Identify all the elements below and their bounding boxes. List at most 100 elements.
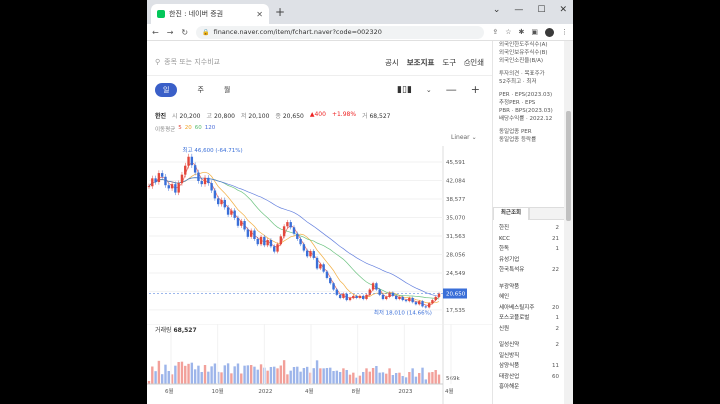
candle (210, 183, 213, 191)
volume-bar (187, 363, 190, 384)
recent-item[interactable]: 일성신약 2 (493, 340, 565, 351)
url-field[interactable]: 🔒 finance.naver.com/item/fchart.naver?co… (196, 25, 485, 39)
new-tab-icon[interactable]: + (275, 5, 285, 19)
volume-bar (398, 372, 401, 384)
price-chart[interactable]: 45,591 42,084 38,577 35,070 31,563 28,056 24,5… (147, 146, 492, 324)
recent-item[interactable]: 혜인 (493, 292, 565, 303)
tab-monthly[interactable]: 월 (224, 85, 230, 95)
recent-item[interactable]: 한국특석유 22 (493, 265, 565, 276)
menu-indicators[interactable]: 보조지표 (407, 57, 435, 68)
volume-bar (378, 372, 381, 384)
zoom-out-icon[interactable]: — (446, 83, 457, 96)
volume-bar (424, 379, 428, 384)
scale-mode-select[interactable]: Linear ⌄ (451, 134, 477, 141)
volume-bar (269, 367, 273, 384)
zoom-in-icon[interactable]: + (471, 83, 480, 96)
recent-item[interactable]: 세아베스틸지주 20 (493, 303, 565, 314)
volume-bar (335, 370, 339, 384)
recent-item-name: 한독 (499, 246, 510, 252)
recent-item[interactable]: 한진 2 (493, 223, 565, 234)
menu-disclosure[interactable]: 공시 (385, 57, 399, 68)
recent-item[interactable]: 부광약품 (493, 282, 565, 293)
address-bar: ← → ↻ 🔒 finance.naver.com/item/fchart.na… (147, 24, 573, 41)
volume-bar (437, 374, 441, 384)
recent-item[interactable]: 삼양식품 11 (493, 361, 565, 372)
recent-item[interactable]: KCC 21 (493, 234, 565, 245)
volume-bar (408, 372, 411, 384)
volume-bar (167, 371, 170, 384)
recent-item[interactable]: 포스코플로벌 1 (493, 313, 565, 324)
candle (193, 165, 197, 173)
candle (157, 173, 161, 183)
menu-print[interactable]: ⎙인쇄 (464, 57, 484, 68)
close-tab-icon[interactable]: ✕ (256, 10, 263, 19)
extensions-icon[interactable]: ✱ (519, 28, 525, 37)
tab-recent[interactable]: 최근조회 (493, 207, 529, 220)
candlestick-icon[interactable]: ▮▯▮ (397, 85, 412, 95)
divider (147, 75, 492, 76)
reload-icon[interactable]: ↻ (181, 28, 188, 37)
volume-bar (404, 377, 408, 384)
chevron-down-icon[interactable]: ⌄ (426, 86, 432, 94)
bookmark-star-icon[interactable]: ☆ (505, 28, 511, 37)
recent-item[interactable]: 흥아해운 (493, 382, 565, 393)
candle (236, 217, 240, 226)
candle (418, 301, 421, 305)
volume-bar (273, 366, 276, 384)
ma-20: 20 (184, 125, 192, 131)
candle (217, 198, 220, 205)
tab-weekly[interactable]: 주 (197, 85, 203, 95)
tab-daily[interactable]: 일 (155, 83, 178, 97)
browser-tab[interactable]: 한진 : 네이버 증권 ✕ (151, 4, 269, 24)
candle (249, 230, 253, 237)
candle (411, 297, 414, 303)
volume-bar (233, 366, 236, 384)
recent-item[interactable]: 신원 2 (493, 324, 565, 335)
menu-kebab-icon[interactable]: ⋮ (561, 28, 568, 37)
recent-item[interactable]: 유성기업 (493, 255, 565, 266)
volume-bar (299, 371, 302, 384)
period-tabs: 일 주 월 (155, 83, 230, 97)
tab-other[interactable] (529, 207, 565, 220)
candle (259, 236, 263, 245)
candle (213, 190, 217, 199)
recent-item-name: KCC (499, 235, 510, 242)
chart-panel: ⚲ 종목 또는 지수비교 공시 보조지표 도구 ⎙인쇄 일 주 월 ▮▯▮ ⌄ … (147, 41, 492, 404)
candle (174, 184, 177, 193)
back-icon[interactable]: ← (152, 28, 159, 37)
candle (233, 210, 236, 218)
chevron-down-icon[interactable]: ⌄ (493, 5, 501, 15)
minimize-icon[interactable]: — (514, 5, 523, 15)
volume-chart[interactable]: 569k 6월 10월 2022 4월 8월 2023 4월 (147, 324, 492, 404)
forward-icon[interactable]: → (167, 28, 174, 37)
volume-bar (203, 365, 207, 384)
volume-bar (365, 368, 368, 384)
maximize-icon[interactable]: ☐ (537, 5, 545, 15)
scrollbar-thumb[interactable] (566, 111, 571, 221)
scrollbar[interactable] (564, 41, 573, 404)
stock-search[interactable]: ⚲ 종목 또는 지수비교 (155, 57, 220, 67)
candle (273, 246, 276, 252)
menu-tools[interactable]: 도구 (442, 57, 456, 68)
recent-item-name: 태광산업 (499, 373, 520, 380)
recent-item[interactable]: 태광산업 60 (493, 372, 565, 383)
candle (187, 156, 190, 166)
volume-bar (213, 363, 217, 384)
volume-bar (418, 373, 421, 384)
candle (421, 301, 424, 307)
search-icon: ⚲ (155, 58, 161, 66)
recent-item[interactable]: 한독 1 (493, 244, 565, 255)
close-window-icon[interactable]: ✕ (559, 5, 567, 15)
recent-item[interactable]: 일신방직 (493, 351, 565, 362)
profile-avatar[interactable] (545, 27, 554, 37)
share-icon[interactable]: ⇪ (492, 28, 498, 37)
volume-bar (240, 373, 243, 384)
volume-bar (180, 361, 184, 384)
moving-average-legend[interactable]: 이동평균 5 20 60 120 (155, 125, 215, 133)
recent-item-name: 한국특석유 (499, 267, 525, 273)
sidepanel-icon[interactable]: ▣ (531, 28, 538, 37)
info-line: 외국인한도주식수(A) (499, 42, 548, 48)
volume-bar (401, 376, 404, 384)
volume-bar (352, 372, 355, 384)
volume-axis-label: 569k (446, 376, 460, 382)
